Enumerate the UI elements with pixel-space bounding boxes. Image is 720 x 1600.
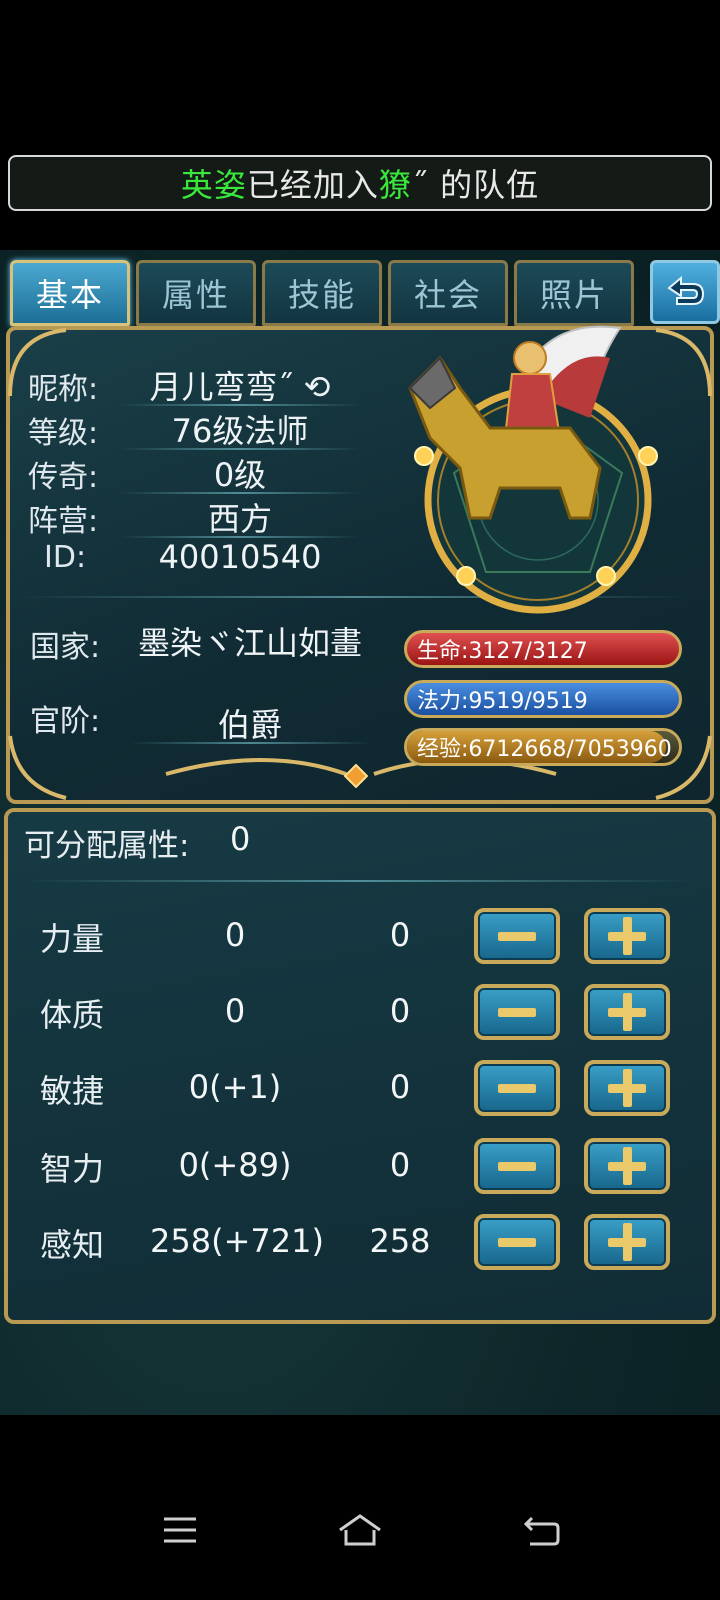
divider [130, 742, 370, 744]
perception-minus-button[interactable] [474, 1214, 560, 1270]
home-button[interactable] [330, 1500, 390, 1560]
agility-plus-button[interactable] [584, 1060, 670, 1116]
plus-icon [608, 1223, 646, 1261]
rank-value: 伯爵 [217, 706, 282, 744]
attribute-current: 0 [224, 916, 246, 954]
camp-label: 阵营: [28, 504, 99, 539]
exp-bar: 经验:6712668/7053960 [404, 728, 682, 766]
notice-player-name: 英姿 [180, 166, 247, 204]
country-value: 墨染ヾ江山如畫 [137, 624, 362, 662]
tab-basic[interactable]: 基本 [10, 260, 130, 326]
hp-bar: 生命:3127/3127 [404, 630, 682, 668]
constitution-minus-button[interactable] [474, 984, 560, 1040]
plus-icon [608, 1069, 646, 1107]
plus-icon [608, 993, 646, 1031]
back-nav-button[interactable] [512, 1500, 572, 1560]
back-button[interactable] [650, 260, 720, 324]
minus-icon [498, 931, 536, 941]
attribute-name: 力量 [40, 920, 105, 958]
team-join-notice: 英姿 已经加入獠 ˝ 的队伍 [8, 155, 712, 211]
strength-plus-button[interactable] [584, 908, 670, 964]
tab-attributes[interactable]: 属性 [136, 260, 256, 326]
legend-value: 0级 [213, 456, 267, 494]
agility-minus-button[interactable] [474, 1060, 560, 1116]
mp-text: 法力:9519/9519 [417, 689, 588, 714]
strength-minus-button[interactable] [474, 908, 560, 964]
attribute-name: 敏捷 [40, 1072, 105, 1110]
menu-icon [164, 1517, 196, 1543]
attribute-pending: 258 [369, 1222, 431, 1260]
intelligence-plus-button[interactable] [584, 1138, 670, 1194]
notice-text-end: ˝ 的队伍 [411, 166, 540, 204]
attribute-pending: 0 [389, 1146, 411, 1184]
menu-button[interactable] [150, 1500, 210, 1560]
attribute-name: 智力 [40, 1150, 105, 1188]
attribute-name: 体质 [40, 996, 105, 1034]
attribute-name: 感知 [40, 1226, 105, 1264]
mp-bar: 法力:9519/9519 [404, 680, 682, 718]
notice-text: 已经加入 [246, 166, 379, 204]
attribute-current: 0(+1) [188, 1068, 282, 1106]
return-arrow-icon [667, 275, 705, 305]
attribute-pending: 0 [389, 916, 411, 954]
minus-icon [498, 1161, 536, 1171]
hp-text: 生命:3127/3127 [417, 639, 588, 664]
level-value: 76级法师 [171, 412, 309, 450]
rank-label: 官阶: [30, 704, 101, 739]
attribute-current: 258(+721) [150, 1222, 324, 1260]
home-icon [339, 1514, 381, 1546]
level-label: 等级: [28, 416, 99, 451]
minus-icon [498, 1083, 536, 1093]
plus-icon [608, 917, 646, 955]
legend-label: 传奇: [28, 460, 99, 495]
free-points-value: 0 [230, 820, 251, 858]
perception-plus-button[interactable] [584, 1214, 670, 1270]
attribute-pending: 0 [389, 1068, 411, 1106]
country-label: 国家: [30, 630, 101, 665]
nickname-label: 昵称: [28, 372, 99, 407]
back-icon [523, 1516, 560, 1546]
character-portrait [408, 325, 658, 614]
nickname-value: 月儿弯弯˝ ⟲ [149, 368, 331, 406]
minus-icon [498, 1237, 536, 1247]
diamond-ornament-icon [344, 764, 368, 788]
tab-social[interactable]: 社会 [388, 260, 508, 326]
camp-value: 西方 [207, 500, 272, 538]
tab-photos[interactable]: 照片 [514, 260, 634, 326]
section-divider [24, 880, 694, 882]
attribute-pending: 0 [389, 992, 411, 1030]
intelligence-minus-button[interactable] [474, 1138, 560, 1194]
notice-team-name: 獠 [378, 166, 412, 204]
attribute-current: 0(+89) [178, 1146, 292, 1184]
constitution-plus-button[interactable] [584, 984, 670, 1040]
exp-text: 经验:6712668/7053960 [417, 737, 672, 762]
tab-skills[interactable]: 技能 [262, 260, 382, 326]
attribute-current: 0 [224, 992, 246, 1030]
id-value: 40010540 [158, 538, 322, 576]
plus-icon [608, 1147, 646, 1185]
minus-icon [498, 1007, 536, 1017]
id-label: ID: [44, 540, 87, 575]
free-points-label: 可分配属性: [24, 828, 190, 864]
